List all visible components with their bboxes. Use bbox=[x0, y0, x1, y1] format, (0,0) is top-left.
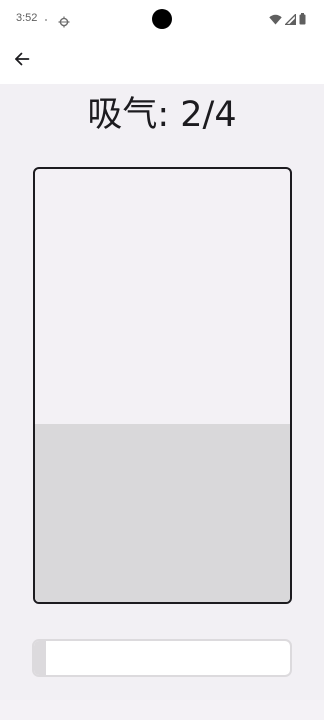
status-time: 3:52 bbox=[16, 12, 38, 24]
breath-gauge bbox=[33, 167, 292, 604]
signal-icon bbox=[285, 13, 296, 25]
notification-dot-icon bbox=[45, 19, 47, 21]
breathing-screen: 3:52 吸气: 2/4 bbox=[0, 0, 324, 720]
toolbar bbox=[0, 38, 324, 84]
arrow-left-icon bbox=[14, 51, 30, 71]
wifi-icon bbox=[269, 14, 282, 25]
debug-icon bbox=[58, 13, 70, 28]
session-progress-bar bbox=[32, 639, 292, 677]
status-bar: 3:52 bbox=[0, 0, 324, 38]
battery-icon bbox=[299, 13, 306, 25]
camera-cutout bbox=[152, 9, 172, 29]
breath-gauge-fill bbox=[35, 424, 290, 602]
session-progress-fill bbox=[34, 641, 46, 675]
breath-phase-label: 吸气: 2/4 bbox=[87, 95, 237, 135]
status-icons bbox=[269, 13, 306, 25]
back-button[interactable] bbox=[6, 45, 38, 77]
gesture-area bbox=[0, 700, 324, 720]
